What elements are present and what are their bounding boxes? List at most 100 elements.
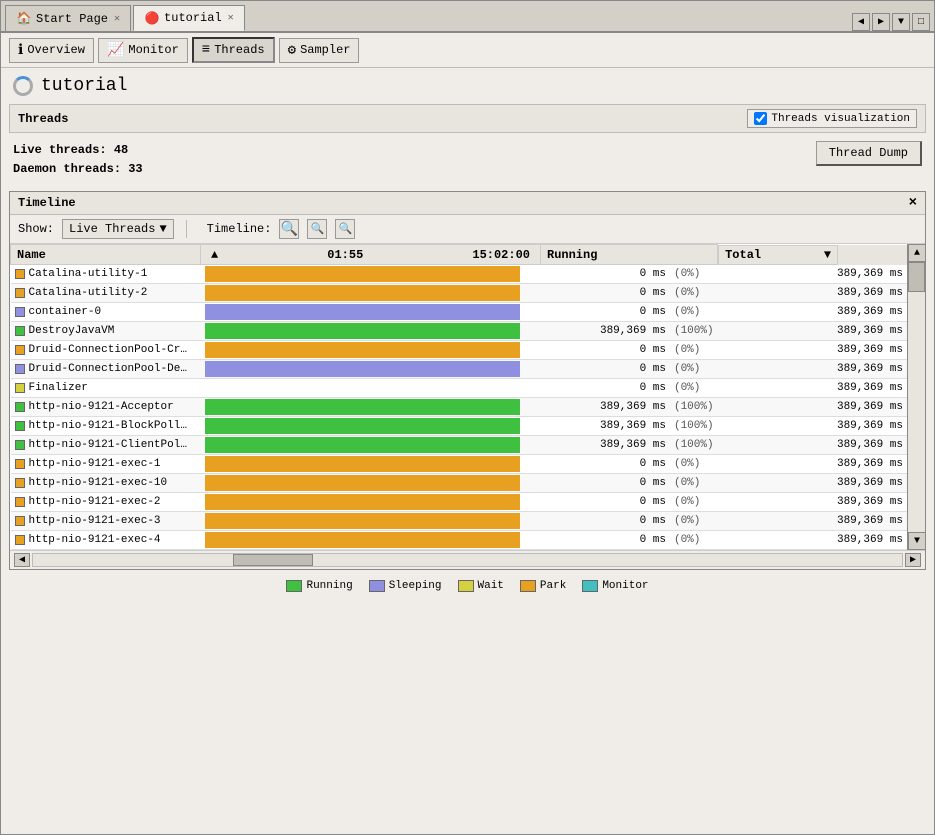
thread-bar-cell [201, 493, 541, 512]
thread-running-ms: 0 ms [541, 455, 670, 474]
thread-name-cell: http-nio-9121-ClientPoller [11, 436, 201, 455]
thread-name-cell: http-nio-9121-Acceptor [11, 398, 201, 417]
thread-running-ms: 0 ms [541, 474, 670, 493]
thread-color-indicator [15, 383, 25, 393]
tab-start-page-close[interactable]: ✕ [114, 13, 120, 25]
page-title: tutorial [41, 76, 127, 96]
stats-row: Live threads: 48 Daemon threads: 33 Thre… [1, 133, 934, 187]
thread-dump-button[interactable]: Thread Dump [816, 141, 922, 166]
legend: Running Sleeping Wait Park Monitor [1, 574, 934, 598]
overview-button[interactable]: ℹ Overview [9, 38, 94, 63]
tab-start-page[interactable]: 🏠 Start Page ✕ [5, 5, 131, 31]
page-header: tutorial [1, 68, 934, 104]
zoom-reset-button[interactable]: 🔍 [335, 219, 355, 239]
thread-bar-cell [201, 341, 541, 360]
thread-running-pct: (0%) [670, 265, 718, 284]
tab-tutorial-close[interactable]: ✕ [228, 12, 234, 24]
thread-color-indicator [15, 364, 25, 374]
thread-name-cell: http-nio-9121-exec-4 [11, 531, 201, 550]
timeline-close-button[interactable]: × [909, 195, 917, 211]
thread-name-cell: http-nio-9121-exec-3 [11, 512, 201, 531]
legend-running: Running [286, 580, 352, 592]
thread-color-indicator [15, 402, 25, 412]
thread-total-ms: 389,369 ms [718, 379, 907, 398]
thread-name: http-nio-9121-exec-2 [29, 496, 161, 508]
daemon-threads-stat: Daemon threads: 33 [13, 160, 143, 179]
show-label: Show: [18, 222, 54, 236]
threads-icon: ≡ [202, 42, 210, 58]
thread-name-cell: Druid-ConnectionPool-Destr [11, 360, 201, 379]
thread-color-indicator [15, 421, 25, 431]
thread-running-ms: 0 ms [541, 512, 670, 531]
monitor-button[interactable]: 📈 Monitor [98, 38, 188, 63]
thread-running-ms: 0 ms [541, 493, 670, 512]
thread-name-cell: Finalizer [11, 379, 201, 398]
col-header-name: Name [11, 245, 201, 265]
thread-name: http-nio-9121-exec-1 [29, 458, 161, 470]
zoom-in-button[interactable]: 🔍 [279, 219, 299, 239]
thread-running-pct: (0%) [670, 284, 718, 303]
thread-name: Druid-ConnectionPool-Destr [29, 363, 189, 375]
thread-total-ms: 389,369 ms [718, 303, 907, 322]
thread-total-ms: 389,369 ms [718, 398, 907, 417]
h-scroll-right-button[interactable]: ▶ [905, 553, 921, 567]
legend-monitor-color [582, 580, 598, 592]
monitor-icon: 📈 [107, 42, 124, 59]
thread-name: Catalina-utility-2 [29, 287, 148, 299]
h-scroll-track [32, 553, 903, 567]
sampler-button[interactable]: ⚙ Sampler [279, 38, 360, 63]
thread-total-ms: 389,369 ms [718, 360, 907, 379]
timeline-title: Timeline [18, 196, 76, 210]
threads-button[interactable]: ≡ Threads [192, 37, 275, 63]
h-scroll-left-button[interactable]: ◀ [14, 553, 30, 567]
thread-running-ms: 0 ms [541, 360, 670, 379]
tab-nav-restore[interactable]: □ [912, 13, 930, 31]
thread-running-pct: (0%) [670, 493, 718, 512]
h-scroll-thumb[interactable] [233, 554, 313, 566]
thread-bar-cell [201, 398, 541, 417]
thread-running-pct: (100%) [670, 322, 718, 341]
tab-tutorial[interactable]: 🔴 tutorial ✕ [133, 5, 245, 31]
thread-name: container-0 [29, 306, 102, 318]
thread-running-ms: 0 ms [541, 341, 670, 360]
table-row: Druid-ConnectionPool-Creat 0 ms(0%)389,3… [11, 341, 908, 360]
thread-color-indicator [15, 288, 25, 298]
thread-table-container: Name ▲ 01:55 15:02:00 Running Total [10, 244, 925, 550]
legend-park-label: Park [540, 580, 566, 592]
scroll-up-button[interactable]: ▲ [908, 244, 926, 262]
overview-label: Overview [27, 43, 85, 57]
thread-bar-cell [201, 455, 541, 474]
zoom-out-button[interactable]: 🔍 [307, 219, 327, 239]
threads-visualization-checkbox[interactable] [754, 112, 767, 125]
legend-park: Park [520, 580, 566, 592]
tab-nav-right[interactable]: ▶ [872, 13, 890, 31]
table-row: Druid-ConnectionPool-Destr 0 ms(0%)389,3… [11, 360, 908, 379]
timeline-label: Timeline: [207, 222, 272, 236]
threads-visualization-label: Threads visualization [771, 113, 910, 125]
thread-name: http-nio-9121-exec-4 [29, 534, 161, 546]
scroll-track [908, 262, 925, 532]
legend-running-label: Running [306, 580, 352, 592]
total-sort-arrow[interactable]: ▼ [824, 248, 831, 262]
tutorial-icon: 🔴 [144, 10, 160, 26]
thread-running-pct: (100%) [670, 436, 718, 455]
thread-color-indicator [15, 478, 25, 488]
col-header-running: Running [541, 245, 718, 265]
thread-name-cell: DestroyJavaVM [11, 322, 201, 341]
thread-running-pct: (0%) [670, 512, 718, 531]
thread-table: Name ▲ 01:55 15:02:00 Running Total [10, 244, 907, 550]
thread-total-ms: 389,369 ms [718, 436, 907, 455]
thread-color-indicator [15, 440, 25, 450]
scroll-down-button[interactable]: ▼ [908, 532, 926, 550]
scroll-thumb[interactable] [908, 262, 925, 292]
thread-running-ms: 389,369 ms [541, 436, 670, 455]
show-dropdown[interactable]: Live Threads ▼ [62, 219, 174, 239]
threads-visualization-checkbox-label[interactable]: Threads visualization [747, 109, 917, 128]
thread-running-pct: (0%) [670, 474, 718, 493]
thread-running-ms: 389,369 ms [541, 417, 670, 436]
tab-nav-left[interactable]: ◀ [852, 13, 870, 31]
tab-nav-down[interactable]: ▼ [892, 13, 910, 31]
thread-running-pct: (100%) [670, 417, 718, 436]
thread-running-pct: (0%) [670, 455, 718, 474]
thread-name-cell: container-0 [11, 303, 201, 322]
